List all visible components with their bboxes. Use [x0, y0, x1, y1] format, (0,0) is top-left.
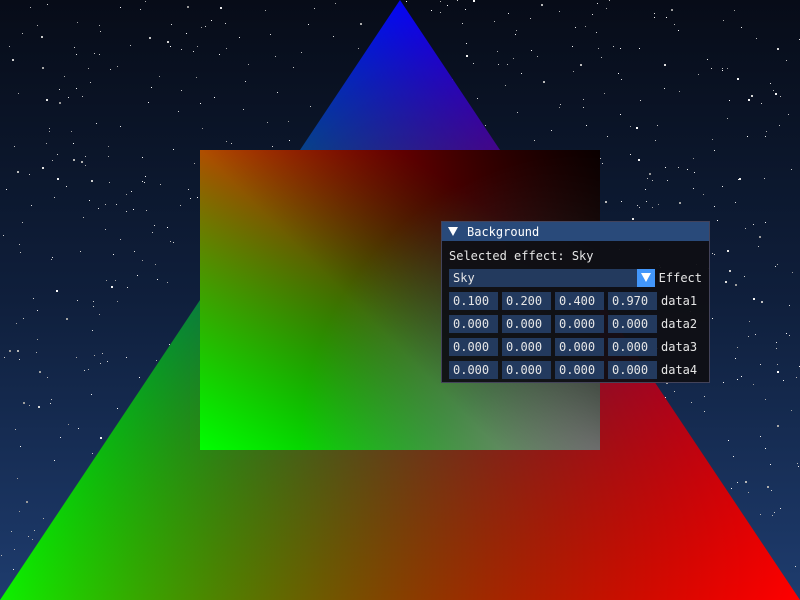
data2-x-input[interactable]: 0.000 — [449, 314, 498, 333]
selected-effect-row: Selected effect: Sky — [449, 246, 702, 266]
background-window[interactable]: Background Selected effect: Sky Sky Effe… — [441, 221, 710, 383]
data1-y-input[interactable]: 0.200 — [502, 291, 551, 310]
data4-x-input[interactable]: 0.000 — [449, 360, 498, 379]
data1-x-input[interactable]: 0.100 — [449, 291, 498, 310]
data3-w-input[interactable]: 0.000 — [608, 337, 657, 356]
data3-z-input[interactable]: 0.000 — [555, 337, 604, 356]
effect-row: Sky Effect — [449, 266, 702, 289]
data1-row: 0.100 0.200 0.400 0.970 data1 — [449, 289, 702, 312]
combo-arrow-icon — [640, 273, 651, 282]
window-titlebar[interactable]: Background — [442, 222, 709, 241]
data2-z-input[interactable]: 0.000 — [555, 314, 604, 333]
data4-y-input[interactable]: 0.000 — [502, 360, 551, 379]
data1-z-input[interactable]: 0.400 — [555, 291, 604, 310]
collapse-arrow-icon[interactable] — [448, 227, 458, 236]
data3-label: data3 — [661, 339, 698, 354]
data4-z-input[interactable]: 0.000 — [555, 360, 604, 379]
effect-combo[interactable]: Sky — [449, 268, 655, 287]
data3-x-input[interactable]: 0.000 — [449, 337, 498, 356]
data4-row: 0.000 0.000 0.000 0.000 data4 — [449, 358, 702, 381]
data1-label: data1 — [661, 293, 698, 308]
selected-effect-text: Selected effect: Sky — [449, 249, 594, 263]
data1-w-input[interactable]: 0.970 — [608, 291, 657, 310]
window-body: Selected effect: Sky Sky Effect 0.100 0.… — [442, 241, 709, 381]
combo-arrow-button[interactable] — [636, 268, 655, 287]
data2-w-input[interactable]: 0.000 — [608, 314, 657, 333]
viewport: Background Selected effect: Sky Sky Effe… — [0, 0, 800, 600]
data3-row: 0.000 0.000 0.000 0.000 data3 — [449, 335, 702, 358]
data4-w-input[interactable]: 0.000 — [608, 360, 657, 379]
data2-y-input[interactable]: 0.000 — [502, 314, 551, 333]
effect-label: Effect — [658, 270, 702, 285]
effect-combo-value: Sky — [453, 270, 475, 285]
data4-label: data4 — [661, 362, 698, 377]
data2-label: data2 — [661, 316, 698, 331]
data2-row: 0.000 0.000 0.000 0.000 data2 — [449, 312, 702, 335]
data3-y-input[interactable]: 0.000 — [502, 337, 551, 356]
window-title: Background — [467, 224, 540, 239]
